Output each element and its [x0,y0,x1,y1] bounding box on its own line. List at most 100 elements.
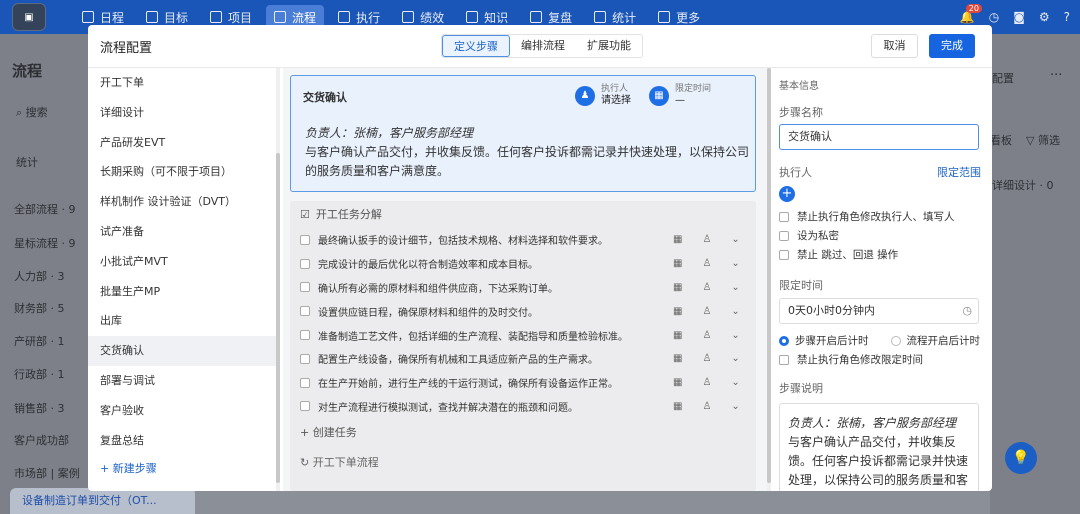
task-row[interactable]: 对生产流程进行模拟测试，查找并解决潜在的瓶颈和问题。 ▦ ♙ ⌄ [290,395,756,419]
user-icon[interactable]: ♙ [702,377,711,388]
task-checkbox[interactable] [300,282,310,293]
task-checkbox[interactable] [300,401,310,412]
board-button[interactable]: 看板 [990,132,1012,148]
user-icon[interactable]: ♙ [702,330,711,341]
sidebar-item-admin[interactable]: 行政部 · 1 [14,366,65,382]
task-checkbox[interactable] [300,377,310,388]
step-item[interactable]: 长期采购（可不限于项目） [88,157,276,187]
step-item[interactable]: 部署与调试 [88,366,276,396]
chevron-down-icon[interactable]: ⌄ [731,258,739,269]
chevron-down-icon[interactable]: ⌄ [731,306,739,317]
done-button[interactable]: 完成 [929,34,975,58]
user-icon[interactable]: ♙ [702,306,711,317]
checkbox[interactable] [779,230,789,241]
sidebar-item-sales[interactable]: 销售部 · 3 [14,400,65,416]
radio-step-start[interactable] [779,335,789,346]
step-item[interactable]: 批量生产MP [88,277,276,307]
calendar-icon[interactable]: ▦ [673,234,682,245]
user-icon[interactable]: ♙ [702,401,711,412]
search-input[interactable]: ⌕ 搜索 [16,104,48,120]
step-item[interactable]: 复盘总结 [88,426,276,456]
calendar-icon[interactable]: ▦ [673,401,682,412]
chevron-down-icon[interactable]: ⌄ [731,234,739,245]
step-item[interactable]: 客户验收 [88,396,276,426]
step-item[interactable]: 样机制作 设计验证（DVT） [88,187,276,217]
task-row[interactable]: 准备制造工艺文件，包括详细的生产流程、装配指导和质量检验标准。 ▦ ♙ ⌄ [290,323,756,347]
description-textarea[interactable]: 负责人：张楠，客户服务部经理 与客户确认产品交付，并收集反馈。任何客户投诉都需记… [779,403,979,491]
chevron-down-icon[interactable]: ⌄ [731,377,739,388]
step-item[interactable]: 小批试产MVT [88,247,276,277]
task-row[interactable]: 完成设计的最后优化以符合制造效率和成本目标。 ▦ ♙ ⌄ [290,252,756,276]
sidebar-item-hr[interactable]: 人力部 · 3 [14,268,65,284]
task-checkbox[interactable] [300,353,310,364]
checkbox[interactable] [779,211,789,222]
cancel-button[interactable]: 取消 [871,34,918,58]
step-item[interactable]: 试产准备 [88,217,276,247]
calendar-icon[interactable]: ▦ [673,353,682,364]
sidebar-item-all[interactable]: 全部流程 · 9 [14,201,76,217]
step-item[interactable]: 产品研发EVT [88,128,276,158]
help-icon[interactable]: ? [1064,10,1070,24]
more-icon[interactable]: ··· [1050,68,1062,83]
create-task-button[interactable]: + 创建任务 [290,418,756,448]
scrollbar-thumb[interactable] [767,68,771,483]
radio-flow-start[interactable] [890,335,901,346]
step-item-selected[interactable]: 交货确认 [88,336,276,366]
calendar-icon[interactable]: ▦ [673,258,682,269]
next-flow-link[interactable]: ↻ 开工下单流程 [290,448,756,478]
task-checkbox[interactable] [300,258,310,269]
time-limit-selector[interactable]: ▦ 限定时间 — [649,84,711,107]
add-executor-button[interactable]: + [779,186,795,202]
chevron-down-icon[interactable]: ⌄ [731,353,739,364]
time-limit-input[interactable]: 0天0小时0分钟内 ◷ [779,298,979,324]
sidebar-item-cs[interactable]: 客户成功部 [14,432,69,448]
sidebar-item-finance[interactable]: 财务部 · 5 [14,300,65,316]
clock-icon[interactable]: ◷ [989,10,999,24]
task-checkbox[interactable] [300,234,310,245]
task-row[interactable]: 最终确认扳手的设计细节，包括技术规格、材料选择和软件要求。 ▦ ♙ ⌄ [290,228,756,252]
chevron-down-icon[interactable]: ⌄ [731,330,739,341]
step-card[interactable]: 交货确认 ♟ 执行人 请选择 ▦ 限定时间 — 负责人：张楠，客户服务部经理 与客户… [290,75,756,192]
chevron-down-icon[interactable]: ⌄ [731,282,739,293]
sidebar-item-stats[interactable]: 统计 [16,154,38,170]
checkbox[interactable] [779,354,789,365]
background-tab[interactable]: 设备制造订单到交付（OT... [10,488,195,514]
calendar-icon[interactable]: ▦ [673,306,682,317]
calendar-icon[interactable]: ▦ [673,282,682,293]
task-row[interactable]: 在生产开始前，进行生产线的干运行测试，确保所有设备运作正常。 ▦ ♙ ⌄ [290,371,756,395]
steps-scrollbar[interactable] [276,68,280,491]
calendar-icon[interactable]: ▦ [673,330,682,341]
config-button[interactable]: 配置 [992,70,1014,86]
tab-define-steps[interactable]: 定义步骤 [442,35,510,57]
user-icon[interactable]: ♙ [702,258,711,269]
step-item[interactable]: 开工下单 [88,68,276,98]
app-logo[interactable]: ▣ [12,3,46,31]
user-icon[interactable]: ♙ [702,282,711,293]
task-checkbox[interactable] [300,306,310,317]
gear-icon[interactable]: ⚙ [1039,10,1050,24]
step-name-input[interactable]: 交货确认 [779,124,979,150]
detail-scrollbar[interactable] [767,68,771,491]
calendar-icon[interactable]: ▦ [673,377,682,388]
sidebar-item-rd[interactable]: 产研部 · 1 [14,333,65,349]
tab-extensions[interactable]: 扩展功能 [576,35,642,57]
filter-button[interactable]: ▽ 筛选 [1026,132,1060,148]
user-icon[interactable]: ♙ [702,353,711,364]
user-icon[interactable]: ♙ [702,234,711,245]
bell-icon[interactable]: 🔔 20 [960,4,982,24]
assistant-fab[interactable]: 💡 [1005,442,1037,474]
task-row[interactable]: 配置生产线设备，确保所有机械和工具适应新产品的生产需求。 ▦ ♙ ⌄ [290,347,756,371]
scrollbar-thumb[interactable] [276,153,280,483]
limit-scope-link[interactable]: 限定范围 [937,164,981,180]
tab-arrange-flow[interactable]: 编排流程 [510,35,576,57]
checkbox[interactable] [779,249,789,260]
executor-selector[interactable]: ♟ 执行人 请选择 [575,84,631,107]
new-step-button[interactable]: + 新建步骤 [88,455,276,483]
step-item[interactable]: 出库 [88,306,276,336]
task-row[interactable]: 确认所有必需的原材料和组件供应商，下达采购订单。 ▦ ♙ ⌄ [290,276,756,300]
sidebar-item-star[interactable]: 星标流程 · 9 [14,235,76,251]
user-icon[interactable]: ◙ [1013,10,1025,24]
step-item[interactable]: 详细设计 [88,98,276,128]
sidebar-item-market[interactable]: 市场部 | 案例 [14,465,80,481]
task-row[interactable]: 设置供应链日程，确保原材料和组件的及时交付。 ▦ ♙ ⌄ [290,299,756,323]
